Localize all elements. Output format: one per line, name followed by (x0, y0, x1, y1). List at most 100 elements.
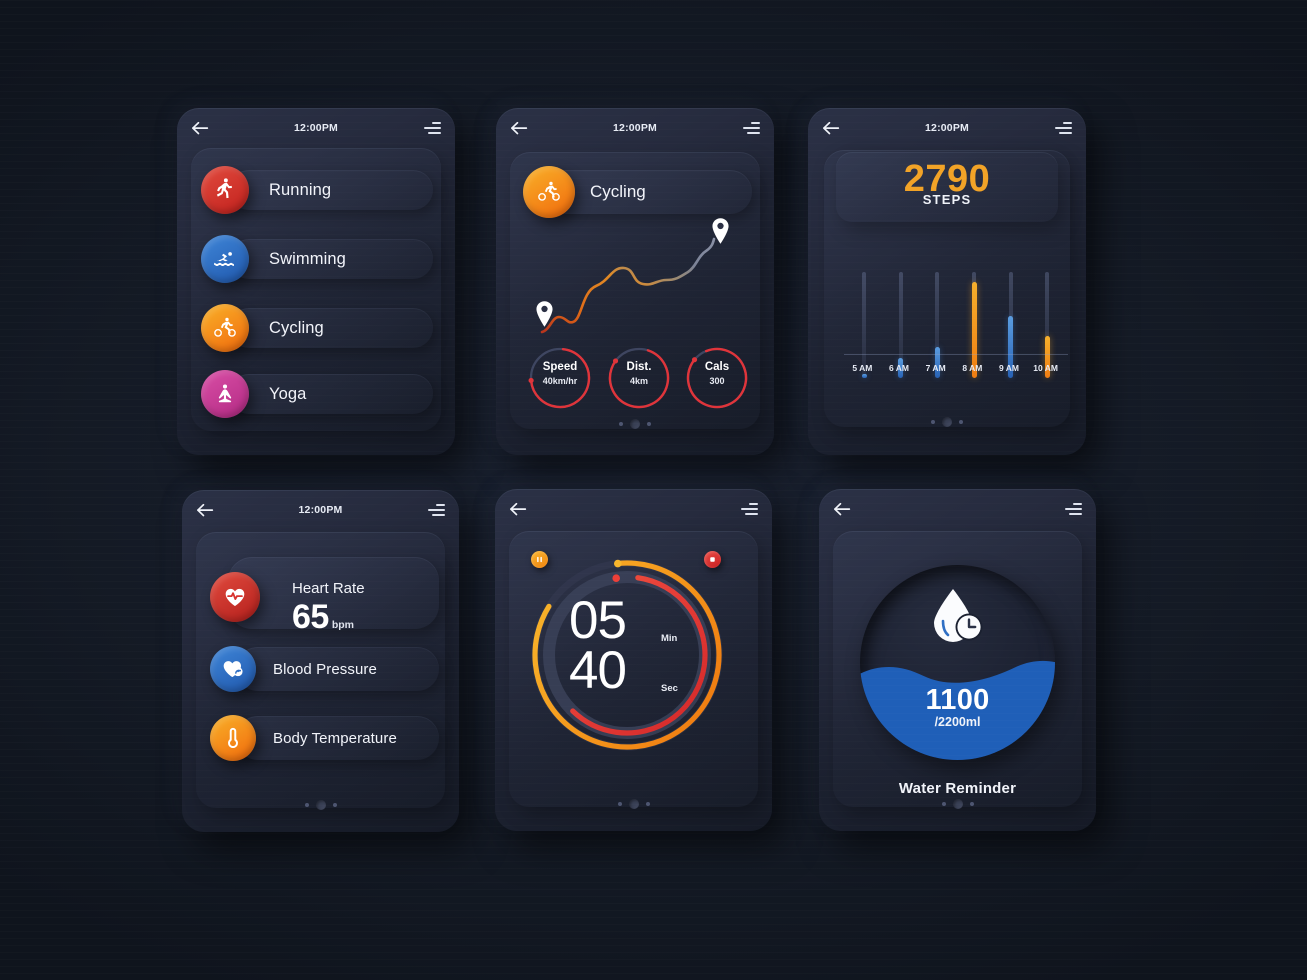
screen-cycling-detail: 12:00PM Cycling Speed 40km/hr Dist. 4km … (496, 108, 774, 455)
header-bar: 12:00PM (182, 490, 459, 530)
metric-ring-value: 40km/hr (542, 376, 578, 386)
map-pin-end-icon[interactable] (710, 217, 731, 245)
sport-list-item-swimming[interactable]: Swimming (201, 233, 433, 285)
cycling-icon[interactable] (201, 304, 249, 352)
cycling-title-pill (544, 170, 752, 214)
back-arrow-icon[interactable] (196, 503, 215, 517)
heart-pulse-icon[interactable] (210, 572, 260, 622)
bar-axis-label: 6 AM (888, 363, 909, 373)
bar-column (954, 258, 991, 378)
water-goal: /2200ml (934, 715, 981, 729)
metric-ring-dist[interactable]: Dist. 4km (606, 345, 672, 411)
bar-value (861, 374, 867, 378)
pagination-dot[interactable] (628, 799, 639, 809)
pagination-dot[interactable] (315, 800, 326, 810)
pagination-dot[interactable] (630, 419, 640, 429)
screen-vitals: 12:00PM Heart Rate 65 bpm Blood Pressure Body… (182, 490, 459, 832)
pagination-dot[interactable] (304, 803, 309, 807)
cycling-title: Cycling (590, 182, 646, 201)
steps-label: STEPS (922, 192, 972, 207)
pagination-dots[interactable] (182, 796, 459, 814)
header-bar: 12:00PM (808, 108, 1086, 148)
heart-rate-value: 65 (292, 598, 329, 636)
pagination-dot[interactable] (969, 802, 974, 806)
header-time: 12:00PM (924, 122, 969, 134)
bar-axis-label: 10 AM (1033, 363, 1059, 373)
back-arrow-icon[interactable] (510, 121, 529, 135)
header-time: 12:00PM (293, 122, 338, 134)
water-amount: 1100 (925, 684, 990, 716)
bar-axis-label: 7 AM (925, 363, 946, 373)
header-bar (819, 489, 1096, 529)
pagination-dots[interactable] (808, 413, 1086, 431)
steps-bar-chart: 5 AM 6 AM 7 AM 8 AM 9 AM 10 AM (844, 234, 1068, 378)
hamburger-menu-icon[interactable] (424, 122, 441, 134)
pagination-dot[interactable] (647, 422, 651, 426)
pagination-dots[interactable] (496, 415, 774, 433)
timer-seconds-unit: Sec (661, 683, 678, 694)
vital-item-label: Blood Pressure (273, 660, 377, 678)
thermometer-icon[interactable] (210, 715, 256, 761)
sport-item-pill (229, 374, 433, 414)
swimming-icon[interactable] (201, 235, 249, 283)
metric-ring-value: 300 (709, 376, 725, 386)
back-arrow-icon[interactable] (191, 121, 210, 135)
screen-timer: 05 Min 40 Sec (495, 489, 772, 831)
pagination-dots[interactable] (819, 795, 1096, 813)
sport-item-label: Swimming (269, 249, 346, 268)
hamburger-menu-icon[interactable] (1055, 122, 1072, 134)
pagination-dot[interactable] (617, 802, 622, 806)
metric-ring-label: Dist. (626, 361, 652, 373)
metric-ring-cals[interactable]: Cals 300 (684, 345, 750, 411)
back-arrow-icon[interactable] (509, 502, 528, 516)
vital-item-1[interactable]: Blood Pressure (210, 646, 439, 692)
pagination-dot[interactable] (332, 803, 337, 807)
running-icon[interactable] (201, 166, 249, 214)
vital-item-label: Body Temperature (273, 729, 397, 747)
header-time: 12:00PM (612, 122, 657, 134)
bar-axis-label: 8 AM (962, 363, 983, 373)
bar-column (881, 258, 918, 378)
vital-item-2[interactable]: Body Temperature (210, 715, 439, 761)
sport-list-item-cycling[interactable]: Cycling (201, 302, 433, 354)
pagination-dot[interactable] (645, 802, 650, 806)
back-arrow-icon[interactable] (822, 121, 841, 135)
bar-axis-label: 9 AM (998, 363, 1019, 373)
back-arrow-icon[interactable] (833, 502, 852, 516)
hamburger-menu-icon[interactable] (743, 122, 760, 134)
pagination-dot[interactable] (952, 799, 963, 809)
screens-stage: 12:00PM Running Swimming Cycling Yoga 12:00PM… (0, 0, 1307, 980)
blood-pressure-icon[interactable] (210, 646, 256, 692)
timer-seconds: 40 (569, 641, 627, 700)
pagination-dot[interactable] (959, 420, 963, 424)
metric-ring-speed[interactable]: Speed 40km/hr (527, 345, 593, 411)
heart-rate-value-row: 65 bpm (292, 600, 365, 634)
hamburger-menu-icon[interactable] (428, 504, 445, 516)
bar-column (1027, 258, 1064, 378)
map-pin-start-icon[interactable] (534, 300, 555, 328)
pagination-dot[interactable] (931, 420, 935, 424)
chart-axis-line (844, 354, 1068, 355)
pagination-dot[interactable] (942, 417, 952, 427)
hamburger-menu-icon[interactable] (1065, 503, 1082, 515)
screen-steps: 12:00PM 2790 STEPS 5 AM 6 AM 7 AM 8 AM 9 AM 10 A… (808, 108, 1086, 455)
yoga-icon[interactable] (201, 370, 249, 418)
pagination-dots[interactable] (495, 795, 772, 813)
timer-minutes: 05 (569, 591, 627, 650)
metric-ring-label: Cals (704, 361, 730, 373)
hamburger-menu-icon[interactable] (741, 503, 758, 515)
cycling-icon[interactable] (523, 166, 575, 218)
pagination-dot[interactable] (941, 802, 946, 806)
bar-column (917, 258, 954, 378)
sport-list-item-yoga[interactable]: Yoga (201, 368, 433, 420)
heart-rate-label: Heart Rate (292, 580, 365, 597)
screen-activities: 12:00PM Running Swimming Cycling Yoga (177, 108, 455, 455)
sport-item-label: Running (269, 180, 332, 199)
pagination-dot[interactable] (619, 422, 623, 426)
heart-rate-text: Heart Rate 65 bpm (292, 580, 365, 634)
header-time: 12:00PM (298, 504, 343, 516)
sport-list-item-running[interactable]: Running (201, 164, 433, 216)
water-drop-clock-icon (926, 585, 988, 647)
metric-ring-label: Speed (542, 361, 578, 373)
timer-dial (524, 552, 730, 758)
